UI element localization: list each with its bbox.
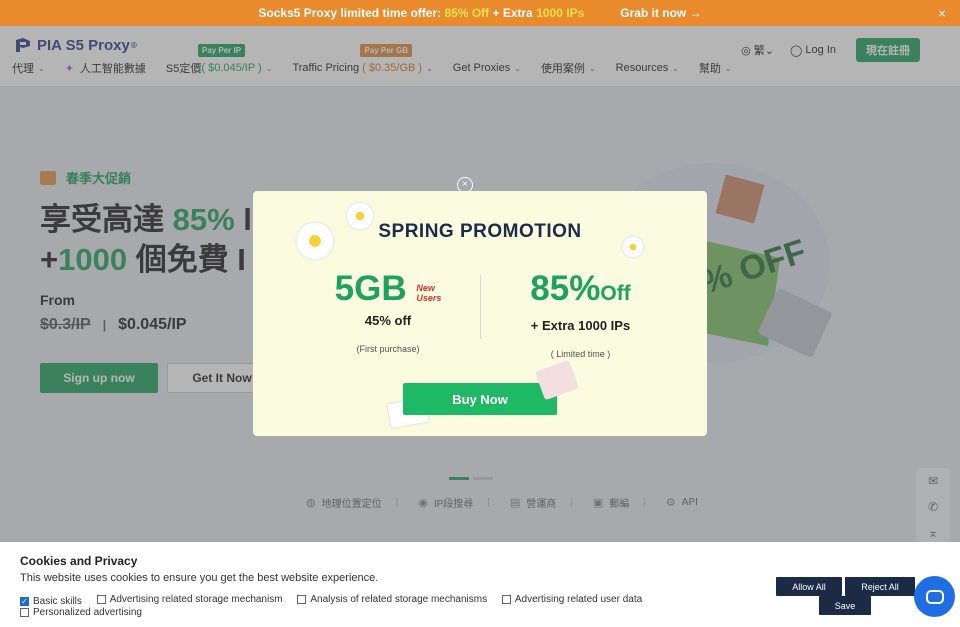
cookie-option-ad-storage[interactable]: Advertising related storage mechanism xyxy=(96,594,283,605)
cookie-options: ✓ Basic skills Advertising related storag… xyxy=(20,594,720,620)
close-banner-icon[interactable]: × xyxy=(938,5,946,21)
cookie-banner: Cookies and Privacy This website uses co… xyxy=(0,542,960,627)
cookie-option-analytics[interactable]: Analysis of related storage mechanisms xyxy=(297,594,487,605)
chat-icon[interactable] xyxy=(914,576,955,617)
offer-discount: 85%Off + Extra 1000 IPs ( Limited time ) xyxy=(498,269,663,360)
allow-all-button[interactable]: Allow All xyxy=(776,577,842,596)
checkbox-icon[interactable] xyxy=(501,595,511,604)
grab-it-now-link[interactable]: Grab it now → xyxy=(620,6,701,20)
offer2-percent: 85% xyxy=(530,269,601,308)
offer1-discount: 45% off xyxy=(364,313,412,328)
cookie-description: This website uses cookies to ensure you … xyxy=(20,572,379,584)
offer-new-users: 5GB New Users 45% off (First purchase) xyxy=(313,269,463,355)
buy-now-button[interactable]: Buy Now xyxy=(403,383,557,415)
modal-title: SPRING PROMOTION xyxy=(378,221,582,242)
offer2-off: Off xyxy=(600,282,631,305)
promo-banner[interactable]: Socks5 Proxy limited time offer: 85% Off… xyxy=(0,0,960,26)
chat-bubble-shape xyxy=(925,589,944,604)
save-button[interactable]: Save xyxy=(819,596,871,615)
banner-text: Socks5 Proxy limited time offer: 85% Off… xyxy=(258,6,585,20)
offer2-note: ( Limited time ) xyxy=(550,349,611,359)
cookie-option-ad-user-data[interactable]: Advertising related user data xyxy=(501,594,642,605)
offer1-note: (First purchase) xyxy=(356,344,420,354)
checkbox-icon[interactable] xyxy=(96,595,106,604)
spring-promotion-modal: SPRING PROMOTION 5GB New Users 45% off (F… xyxy=(253,191,707,436)
checkbox-icon[interactable] xyxy=(20,608,29,617)
cookie-option-basic[interactable]: ✓ Basic skills xyxy=(20,596,82,607)
offer-divider xyxy=(480,275,481,339)
cookie-option-personalized-ads[interactable]: Personalized advertising xyxy=(20,607,142,618)
cookie-title: Cookies and Privacy xyxy=(20,554,138,568)
new-users-tag: New Users xyxy=(416,283,442,303)
offer2-extra: + Extra 1000 IPs xyxy=(530,318,631,333)
offer1-amount: 5GB xyxy=(334,269,407,308)
reject-all-button[interactable]: Reject All xyxy=(845,577,915,596)
checkbox-checked-icon[interactable]: ✓ xyxy=(20,597,29,606)
checkbox-icon[interactable] xyxy=(297,595,307,604)
